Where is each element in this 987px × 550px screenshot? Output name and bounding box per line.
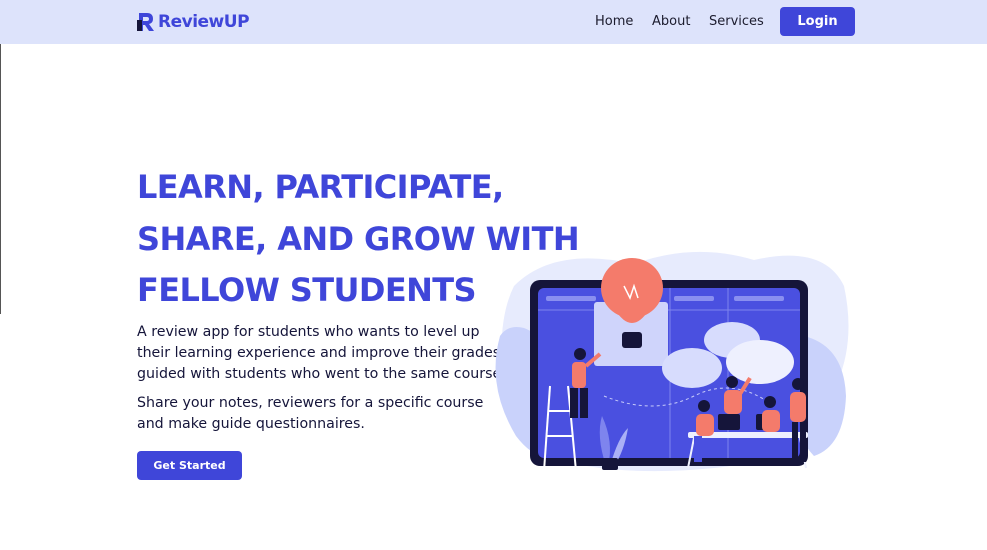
nav-home-link[interactable]: Home: [595, 14, 633, 29]
logo[interactable]: ReviewUP: [136, 10, 250, 34]
login-button[interactable]: Login: [780, 7, 855, 36]
nav-about-link[interactable]: About: [652, 14, 690, 29]
hero-description: A review app for students who wants to l…: [137, 324, 506, 382]
brand-name: ReviewUP: [158, 12, 250, 32]
logo-r-icon: [137, 13, 154, 31]
navbar: ReviewUP Home About Services Login: [0, 0, 987, 44]
hero-description-secondary: Share your notes, reviewers for a specif…: [137, 395, 484, 432]
hero-title-line: LEARN, PARTICIPATE,: [137, 168, 504, 206]
students-collaborating-illustration: [495, 251, 849, 472]
nav-services-link[interactable]: Services: [709, 14, 764, 29]
window-edge: [0, 44, 1, 314]
get-started-button[interactable]: Get Started: [137, 451, 242, 480]
